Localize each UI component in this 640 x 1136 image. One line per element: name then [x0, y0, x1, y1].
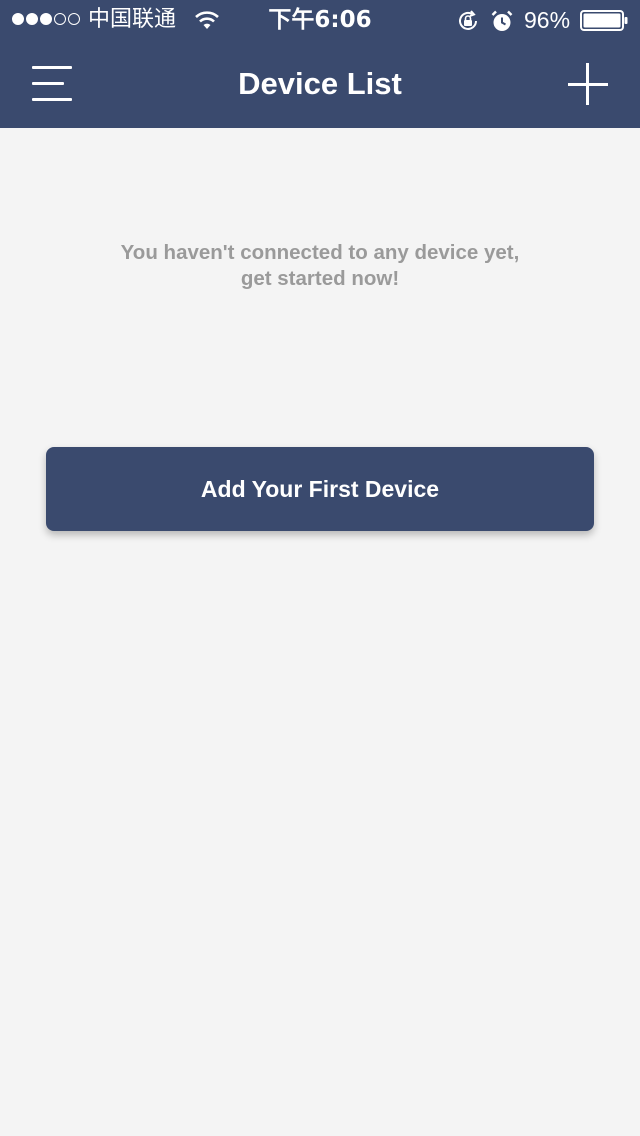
nav-bar: Device List [0, 40, 640, 128]
add-first-device-button[interactable]: Add Your First Device [46, 447, 594, 531]
battery-icon [580, 10, 628, 31]
menu-button[interactable] [22, 60, 82, 108]
menu-icon-line [32, 82, 64, 85]
page-title: Device List [238, 66, 402, 101]
top-bar: 中国联通 下午6:06 96% Device List [0, 0, 640, 128]
rotation-lock-icon [459, 10, 477, 30]
add-device-button[interactable] [560, 58, 616, 110]
alarm-icon [491, 10, 513, 31]
battery-percent: 96% [524, 7, 571, 33]
plus-icon-stroke [586, 63, 589, 105]
empty-state-message: You haven't connected to any device yet,… [60, 240, 580, 292]
empty-state-line: get started now! [240, 267, 400, 290]
menu-icon-line [32, 98, 72, 101]
menu-icon [32, 66, 72, 69]
empty-state-line: You haven't connected to any device yet, [120, 241, 520, 264]
status-bar: 中国联通 下午6:06 96% [0, 0, 640, 40]
